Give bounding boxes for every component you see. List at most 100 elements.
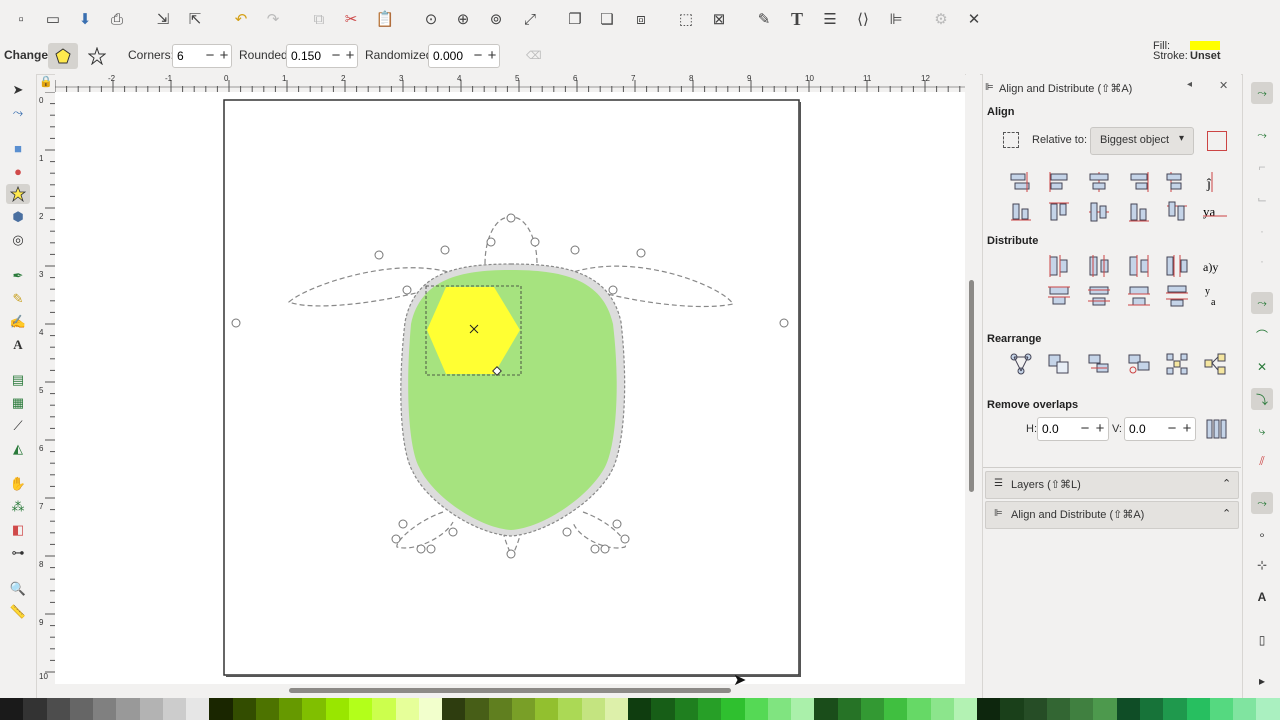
corners-spinbox[interactable]: − + [172, 44, 232, 68]
randomized-input[interactable] [429, 45, 471, 67]
snap-nodes-icon[interactable]: ⤳ [1251, 292, 1273, 314]
h-gap-decrement-button[interactable]: − [1078, 420, 1092, 438]
canvas-svg[interactable] [55, 92, 965, 684]
redo-icon[interactable]: ↷ [262, 8, 284, 30]
layers-icon[interactable]: ☰ [819, 8, 841, 30]
snap-toggle-icon[interactable]: ⤳ [1251, 82, 1273, 104]
palette-swatch[interactable] [279, 698, 303, 720]
panel-float-icon[interactable]: ◂ [1187, 79, 1192, 90]
pen-tool-icon[interactable]: ✒ [6, 266, 30, 286]
distribute-centers-vertical-icon[interactable] [1087, 284, 1111, 308]
palette-swatch[interactable] [953, 698, 978, 720]
palette-swatch[interactable] [581, 698, 605, 720]
panel-close-icon[interactable]: ✕ [1219, 79, 1228, 92]
snap-rotation-centers-icon[interactable]: ⊹ [1251, 554, 1273, 576]
fill-stroke-icon[interactable]: ✎ [753, 8, 775, 30]
snap-bbox-corners-icon[interactable]: ⌙ [1251, 188, 1273, 210]
vertical-scroll-thumb[interactable] [969, 280, 974, 492]
mesh-tool-icon[interactable]: ▦ [6, 393, 30, 413]
star-polygon-tool-icon[interactable] [6, 184, 30, 204]
palette-swatch[interactable] [1163, 698, 1187, 720]
palette-swatch[interactable] [1256, 698, 1280, 720]
palette-swatch[interactable] [697, 698, 722, 720]
randomized-spinbox[interactable]: − + [428, 44, 500, 68]
ellipse-tool-icon[interactable]: ● [6, 161, 30, 181]
palette-swatch[interactable] [488, 698, 512, 720]
palette-swatch[interactable] [1070, 698, 1094, 720]
corners-input[interactable] [173, 45, 203, 67]
v-gap-increment-button[interactable]: + [1180, 420, 1194, 438]
3d-box-tool-icon[interactable]: ⬢ [6, 207, 30, 227]
distribute-top-edges-icon[interactable] [1047, 284, 1071, 308]
rounded-increment-button[interactable]: + [343, 47, 357, 65]
zoom-selection-icon[interactable]: ⊙ [420, 8, 442, 30]
polygon-mode-button[interactable] [48, 43, 78, 69]
palette-swatch[interactable] [744, 698, 768, 720]
palette-swatch[interactable] [418, 698, 443, 720]
palette-swatch[interactable] [860, 698, 885, 720]
distribute-text-anchors-icon[interactable]: a)y [1203, 254, 1227, 278]
palette-swatch[interactable] [814, 698, 838, 720]
palette-swatch[interactable] [0, 698, 24, 720]
distribute-bottom-edges-icon[interactable] [1127, 284, 1151, 308]
paste-icon[interactable]: 📋 [374, 8, 396, 30]
horizontal-scroll-thumb[interactable] [289, 688, 731, 693]
palette-swatch[interactable] [558, 698, 582, 720]
rounded-decrement-button[interactable]: − [329, 47, 343, 65]
snap-path-intersections-icon[interactable]: ✕ [1251, 356, 1273, 378]
paint-bucket-tool-icon[interactable]: ◭ [6, 439, 30, 459]
lock-guides-icon[interactable]: 🔒 [39, 75, 55, 91]
palette-swatch[interactable] [930, 698, 954, 720]
selector-tool-icon[interactable]: ➤ [6, 80, 30, 100]
copy-icon[interactable]: ⧉ [308, 8, 330, 30]
remove-overlaps-icon[interactable] [1205, 417, 1229, 441]
corners-increment-button[interactable]: + [217, 47, 231, 65]
palette-swatch[interactable] [721, 698, 745, 720]
zoom-tool-icon[interactable]: 🔍 [6, 579, 30, 599]
palette-swatch[interactable] [1116, 698, 1141, 720]
palette-swatch[interactable] [1046, 698, 1071, 720]
palette-swatch[interactable] [186, 698, 210, 720]
text-tool-icon[interactable]: A [6, 335, 30, 355]
document-properties-icon[interactable]: ✕ [963, 8, 985, 30]
align-top-edges-icon[interactable] [1047, 200, 1071, 224]
palette-swatch[interactable] [232, 698, 256, 720]
palette-swatch[interactable] [1209, 698, 1234, 720]
snap-cusp-nodes-icon[interactable]: ⤵ [1251, 388, 1273, 410]
palette-swatch[interactable] [348, 698, 373, 720]
palette-swatch[interactable] [23, 698, 47, 720]
layers-panel-tab[interactable]: ☰ Layers (⇧⌘L) ⌃ [985, 471, 1239, 499]
eraser-tool-icon[interactable]: ◧ [6, 520, 30, 540]
center-on-horizontal-axis-icon[interactable] [1087, 200, 1111, 224]
h-gap-input[interactable] [1038, 418, 1078, 440]
palette-swatch[interactable] [465, 698, 489, 720]
palette-swatch[interactable] [604, 698, 629, 720]
exchange-clockwise-icon[interactable] [1127, 352, 1151, 376]
palette-swatch[interactable] [1000, 698, 1024, 720]
rounded-spinbox[interactable]: − + [286, 44, 358, 68]
snap-paths-icon[interactable]: ⌒ [1251, 324, 1273, 346]
dropper-tool-icon[interactable]: ⟋ [6, 416, 30, 436]
h-gap-spinbox[interactable]: − + [1037, 417, 1109, 441]
snap-smooth-nodes-icon[interactable]: ⤷ [1251, 420, 1273, 442]
snap-more-icon[interactable]: ▸ [1251, 670, 1273, 692]
reset-icon[interactable]: ⌫ [526, 49, 542, 62]
node-tool-icon[interactable]: ⤳ [6, 103, 30, 123]
rounded-input[interactable] [287, 45, 329, 67]
preferences-icon[interactable]: ⚙ [930, 8, 952, 30]
distribute-gaps-horizontal-icon[interactable] [1165, 254, 1189, 278]
group-icon[interactable]: ⬚ [675, 8, 697, 30]
ungroup-icon[interactable]: ⊠ [708, 8, 730, 30]
print-icon[interactable]: ⎙ [106, 8, 128, 30]
snap-text-baseline-icon[interactable]: A [1251, 586, 1273, 608]
pencil-tool-icon[interactable]: ✎ [6, 289, 30, 309]
calligraphy-tool-icon[interactable]: ✍ [6, 312, 30, 332]
distribute-baselines-icon[interactable]: ya [1203, 284, 1227, 308]
align-bottom-edges-icon[interactable] [1127, 200, 1151, 224]
palette-swatch[interactable] [1093, 698, 1117, 720]
palette-swatch[interactable] [209, 698, 233, 720]
undo-icon[interactable]: ↶ [230, 8, 252, 30]
snap-line-midpoints-icon[interactable]: ⫽ [1251, 450, 1273, 472]
align-left-edges-to-right-icon[interactable] [1165, 170, 1189, 194]
measure-tool-icon[interactable]: 📏 [6, 602, 30, 622]
